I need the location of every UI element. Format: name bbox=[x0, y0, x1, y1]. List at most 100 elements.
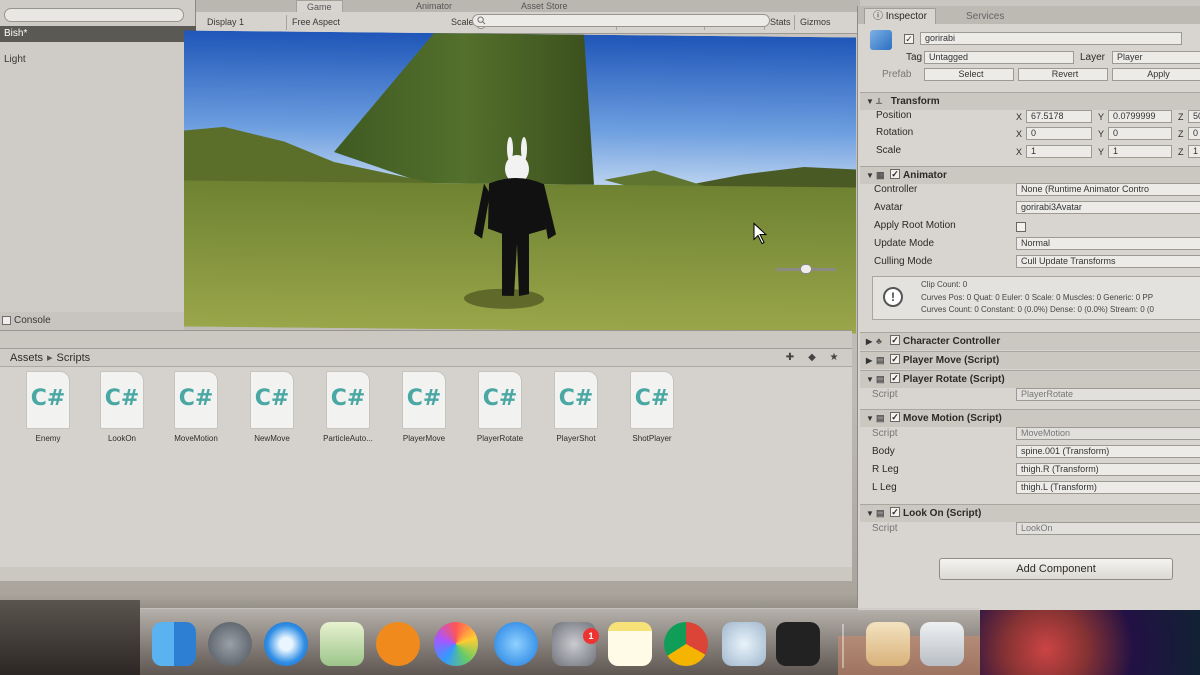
controller-field[interactable]: None (Runtime Animator Contro bbox=[1016, 183, 1200, 196]
file-lookon[interactable]: C# LookOn bbox=[84, 371, 160, 443]
file-playershot[interactable]: C# PlayerShot bbox=[538, 371, 614, 443]
rotation-x-field[interactable]: 0 bbox=[1026, 127, 1092, 140]
lleg-field[interactable]: thigh.L (Transform) bbox=[1016, 481, 1200, 494]
csharp-script-icon: C# bbox=[26, 371, 70, 429]
rleg-field[interactable]: thigh.R (Transform) bbox=[1016, 463, 1200, 476]
layer-dropdown[interactable]: Player bbox=[1112, 51, 1200, 64]
prefab-revert-button[interactable]: Revert bbox=[1018, 68, 1108, 81]
look-on-header[interactable]: ▼ ▤ ✓ Look On (Script) bbox=[860, 504, 1200, 522]
file-movemotion[interactable]: C# MoveMotion bbox=[158, 371, 234, 443]
script-icon: ▤ bbox=[876, 508, 885, 518]
project-search-input[interactable] bbox=[472, 14, 770, 27]
preview-icon[interactable] bbox=[320, 622, 364, 666]
avatar-field[interactable]: gorirabi3Avatar bbox=[1016, 201, 1200, 214]
console-checkbox[interactable] bbox=[2, 316, 11, 325]
hierarchy-search-input[interactable] bbox=[4, 8, 184, 22]
hierarchy-item-light[interactable]: Light bbox=[0, 52, 196, 68]
animator-header[interactable]: ▼ ▦ ✓ Animator bbox=[860, 166, 1200, 184]
axis-x-label: X bbox=[1016, 147, 1023, 157]
gizmos-dropdown[interactable]: Gizmos bbox=[794, 15, 836, 30]
game-viewport[interactable] bbox=[184, 30, 856, 334]
move-motion-header[interactable]: ▼ ▤ ✓ Move Motion (Script) bbox=[860, 409, 1200, 427]
chrome-icon[interactable] bbox=[664, 622, 708, 666]
prefab-apply-button[interactable]: Apply bbox=[1112, 68, 1200, 81]
position-z-field[interactable]: 50 bbox=[1188, 110, 1200, 123]
trash-icon[interactable] bbox=[920, 622, 964, 666]
icon-size-slider-thumb[interactable] bbox=[800, 264, 812, 274]
scale-z-field[interactable]: 1 bbox=[1188, 145, 1200, 158]
position-y-field[interactable]: 0.0799999 bbox=[1108, 110, 1172, 123]
photos-icon[interactable] bbox=[434, 622, 478, 666]
scale-y-field[interactable]: 1 bbox=[1108, 145, 1172, 158]
rotation-z-field[interactable]: 0 bbox=[1188, 127, 1200, 140]
breadcrumb-assets[interactable]: Assets bbox=[10, 352, 43, 364]
scale-x-field[interactable]: 1 bbox=[1026, 145, 1092, 158]
notes-icon[interactable] bbox=[608, 622, 652, 666]
breadcrumb: Assets ▸ Scripts bbox=[0, 349, 852, 367]
player-move-checkbox[interactable]: ✓ bbox=[890, 354, 900, 365]
animator-enabled-checkbox[interactable]: ✓ bbox=[890, 169, 900, 180]
update-mode-label: Update Mode bbox=[874, 238, 935, 249]
position-x-field[interactable]: 67.5178 bbox=[1026, 110, 1092, 123]
safari-icon[interactable] bbox=[264, 622, 308, 666]
finder-icon[interactable] bbox=[152, 622, 196, 666]
rotation-y-field[interactable]: 0 bbox=[1108, 127, 1172, 140]
apply-root-motion-checkbox[interactable] bbox=[1016, 222, 1026, 232]
tab-inspector[interactable]: ⓘ Inspector bbox=[864, 8, 936, 24]
player-rotate-header[interactable]: ▼ ▤ ✓ Player Rotate (Script) bbox=[860, 370, 1200, 388]
favorite-star-icon[interactable]: ★ bbox=[826, 351, 842, 365]
object-name-field[interactable]: gorirabi bbox=[920, 32, 1182, 45]
character-controller-checkbox[interactable]: ✓ bbox=[890, 335, 900, 346]
dock-divider bbox=[842, 624, 844, 668]
file-enemy[interactable]: C# Enemy bbox=[10, 371, 86, 443]
inspector-panel: ⓘ Inspector Services ✓ gorirabi Tag Unta… bbox=[857, 6, 1200, 610]
create-icon[interactable]: ✚ bbox=[782, 351, 798, 365]
file-playerrotate[interactable]: C# PlayerRotate bbox=[462, 371, 538, 443]
player-move-header[interactable]: ▶ ▤ ✓ Player Move (Script) bbox=[860, 351, 1200, 369]
console-tab[interactable]: Console bbox=[0, 312, 184, 330]
hierarchy-panel: Bish* Light bbox=[0, 0, 196, 312]
unity-icon[interactable] bbox=[776, 622, 820, 666]
transform-header[interactable]: ▼ ⟂ Transform bbox=[860, 92, 1200, 110]
axis-y-label: Y bbox=[1098, 147, 1105, 157]
culling-mode-dropdown[interactable]: Cull Update Transforms bbox=[1016, 255, 1200, 268]
screen: Bish* Light Game Animator Asset Store Di… bbox=[0, 0, 1200, 675]
body-field[interactable]: spine.001 (Transform) bbox=[1016, 445, 1200, 458]
prefab-select-button[interactable]: Select bbox=[924, 68, 1014, 81]
breadcrumb-separator: ▸ bbox=[47, 352, 53, 364]
aspect-dropdown[interactable]: Free Aspect bbox=[286, 15, 345, 30]
tab-game[interactable]: Game bbox=[296, 0, 343, 12]
ibooks-icon[interactable] bbox=[376, 622, 420, 666]
unity-hub-icon[interactable] bbox=[722, 622, 766, 666]
animator-icon: ▦ bbox=[876, 170, 885, 180]
file-shotplayer[interactable]: C# ShotPlayer bbox=[614, 371, 690, 443]
display-dropdown[interactable]: Display 1 bbox=[202, 15, 249, 30]
file-name: ParticleAuto... bbox=[323, 434, 373, 443]
hierarchy-scene-row[interactable]: Bish* bbox=[0, 26, 196, 42]
file-name: PlayerShot bbox=[556, 434, 596, 443]
file-playermove[interactable]: C# PlayerMove bbox=[386, 371, 462, 443]
tag-dropdown[interactable]: Untagged bbox=[924, 51, 1074, 64]
label-icon[interactable]: ◆ bbox=[804, 351, 820, 365]
player-rotate-checkbox[interactable]: ✓ bbox=[890, 373, 900, 384]
collapse-arrow-icon: ▼ bbox=[866, 375, 874, 384]
file-grid: C# Enemy C# LookOn C# MoveMotion C# NewMove … bbox=[0, 371, 852, 481]
app-store-icon[interactable] bbox=[494, 622, 538, 666]
file-particleauto[interactable]: C# ParticleAuto... bbox=[310, 371, 386, 443]
update-mode-dropdown[interactable]: Normal bbox=[1016, 237, 1200, 250]
tab-services[interactable]: Services bbox=[966, 9, 1004, 24]
launchpad-icon[interactable] bbox=[208, 622, 252, 666]
csharp-script-icon: C# bbox=[326, 371, 370, 429]
file-newmove[interactable]: C# NewMove bbox=[234, 371, 310, 443]
downloads-icon[interactable] bbox=[866, 622, 910, 666]
tab-animator[interactable]: Animator bbox=[406, 0, 462, 12]
character-controller-header[interactable]: ▶ ♣ ✓ Character Controller bbox=[860, 332, 1200, 350]
move-motion-checkbox[interactable]: ✓ bbox=[890, 412, 900, 423]
tab-asset-store[interactable]: Asset Store bbox=[511, 0, 578, 12]
breadcrumb-scripts[interactable]: Scripts bbox=[57, 352, 91, 364]
add-component-button[interactable]: Add Component bbox=[939, 558, 1173, 580]
active-checkbox[interactable]: ✓ bbox=[904, 34, 914, 44]
project-panel: Assets ▸ Scripts ✚ ◆ ★ C# Enemy C# LookOn C#… bbox=[0, 330, 852, 581]
csharp-script-icon: C# bbox=[478, 371, 522, 429]
look-on-checkbox[interactable]: ✓ bbox=[890, 507, 900, 518]
